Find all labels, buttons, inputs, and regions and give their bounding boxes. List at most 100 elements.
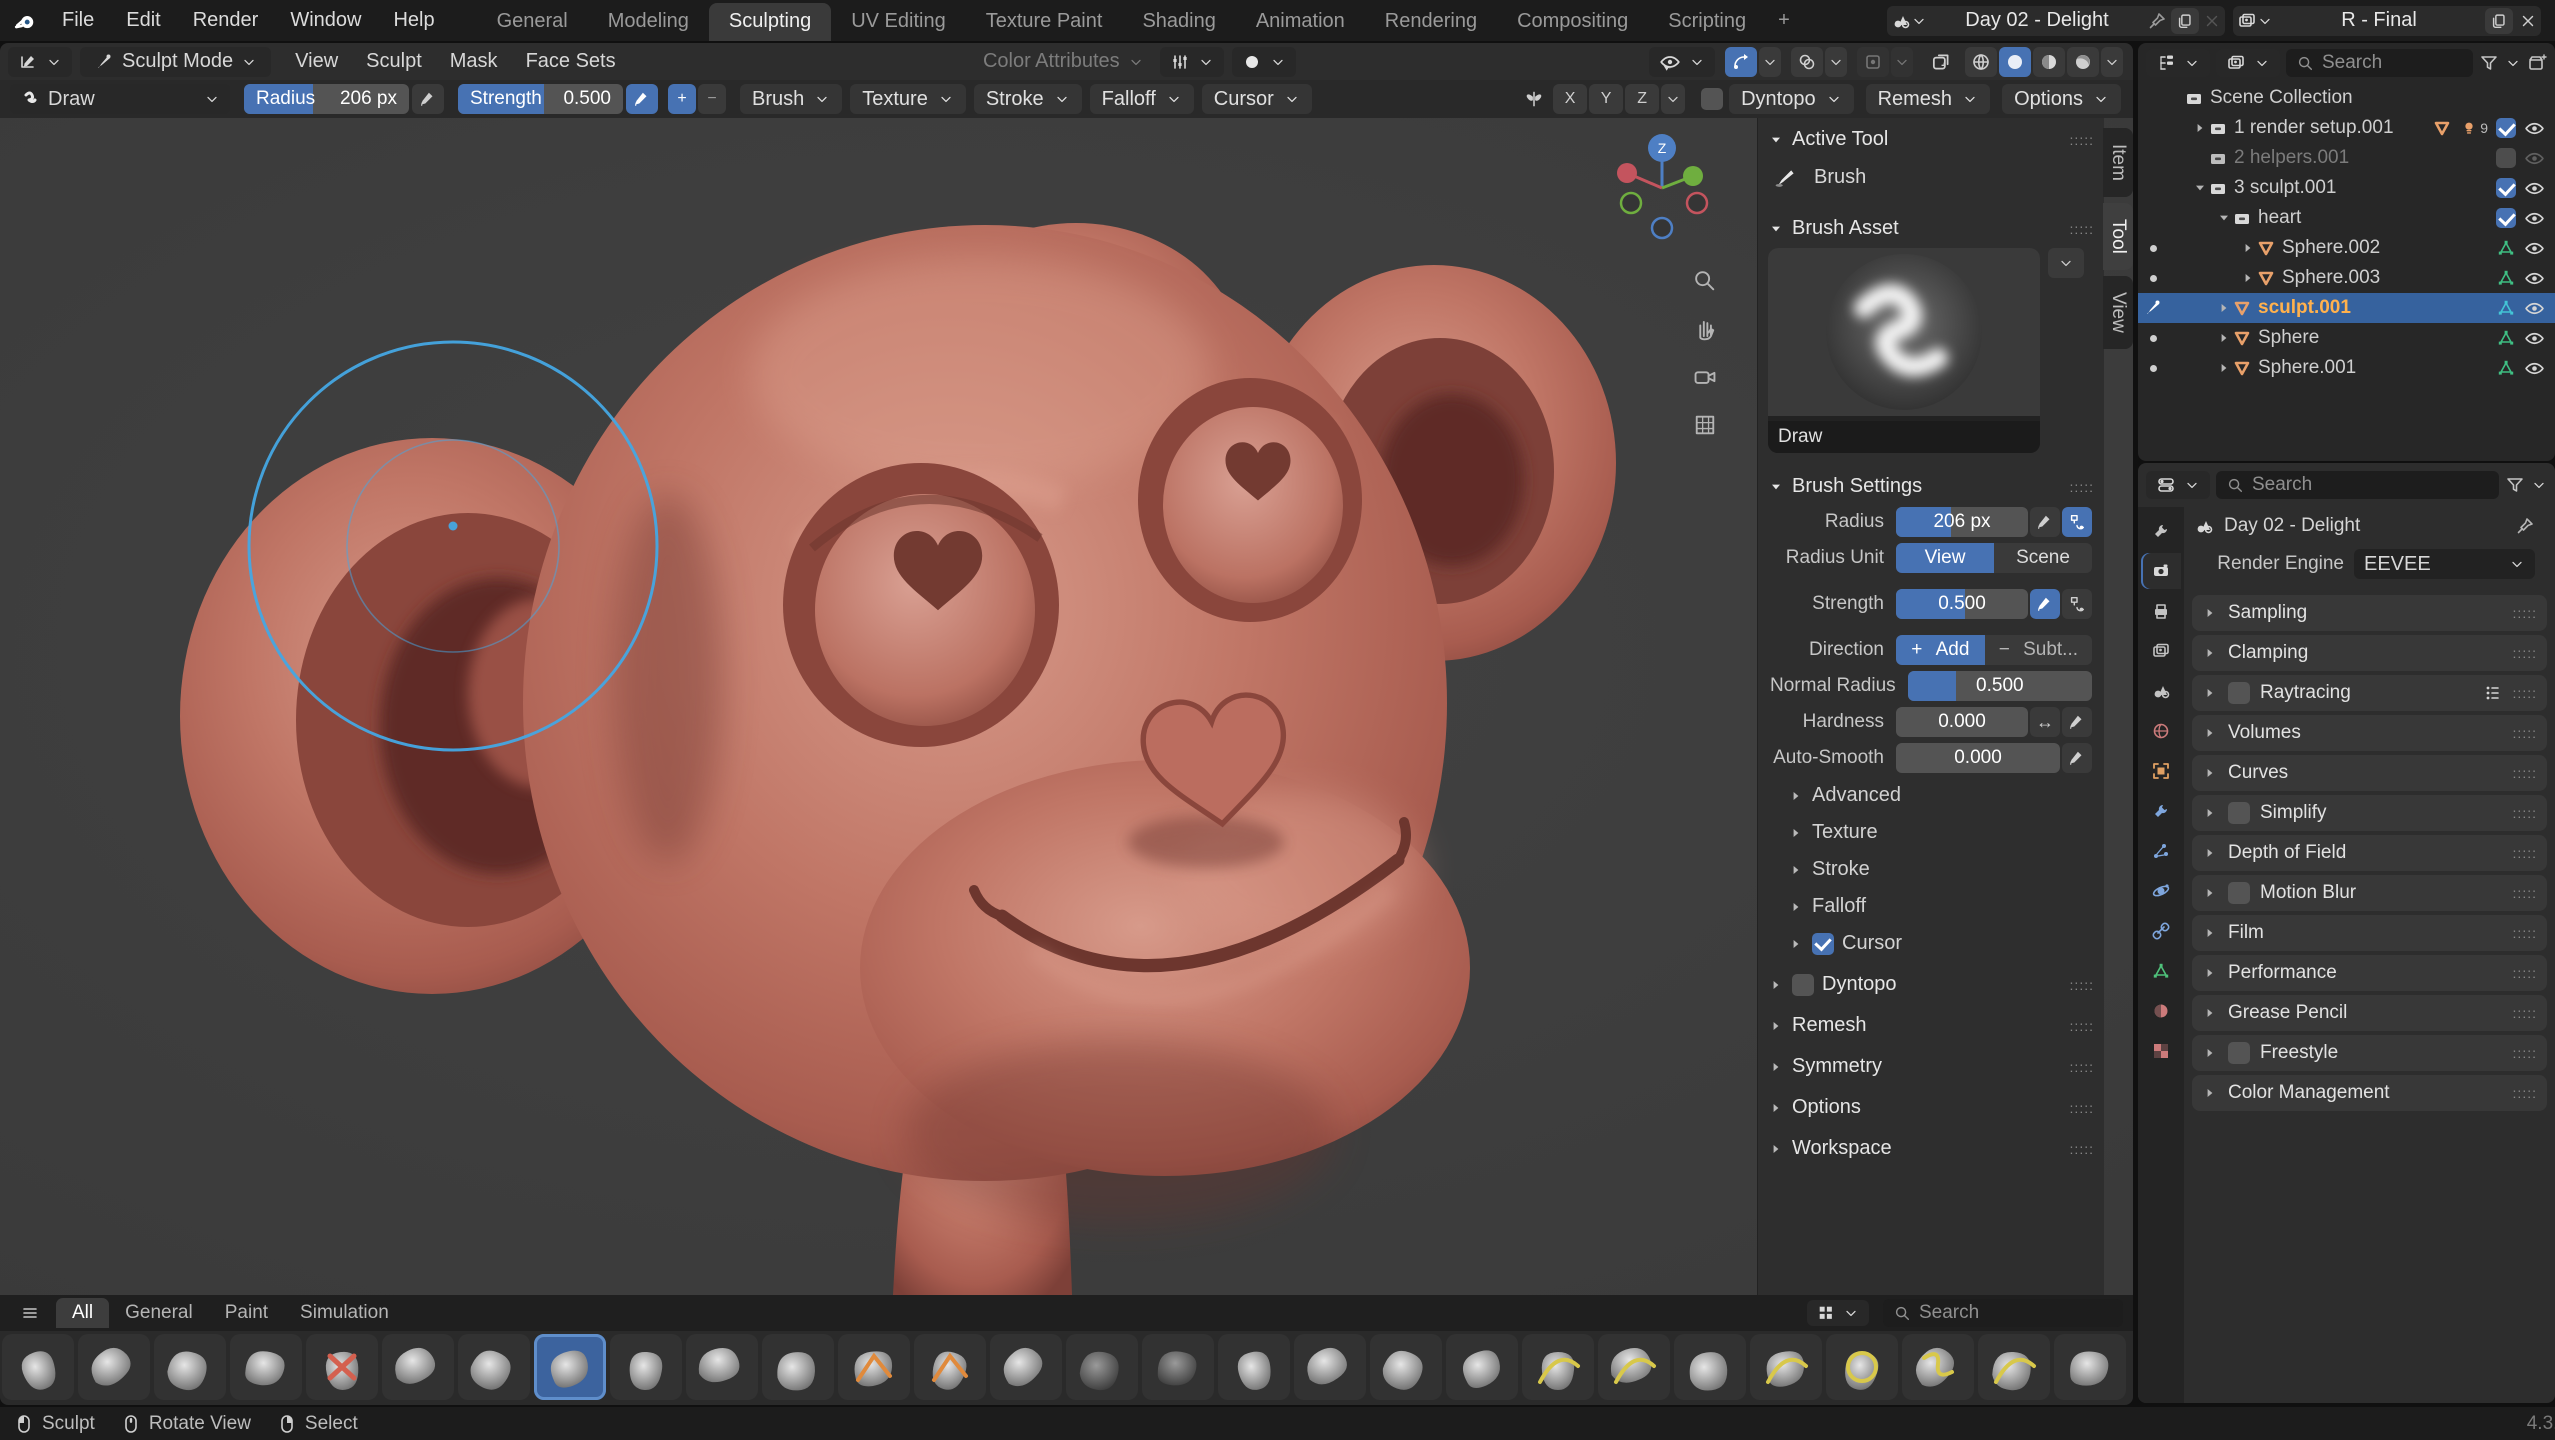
brush-thumbnail-17[interactable]	[1294, 1334, 1366, 1400]
shading-wireframe-button[interactable]	[1965, 47, 1997, 77]
drag-dots-icon[interactable]: :::::	[2070, 1022, 2094, 1030]
drag-dots-icon[interactable]: :::::	[2513, 929, 2537, 937]
drag-dots-icon[interactable]: :::::	[2513, 769, 2537, 777]
blender-logo-icon[interactable]	[14, 10, 36, 32]
radius-slider[interactable]: Radius 206 px	[244, 84, 409, 114]
eye-icon[interactable]	[2524, 328, 2545, 349]
options-dropdown[interactable]: Options	[2002, 84, 2121, 114]
eye-icon[interactable]	[2524, 178, 2545, 199]
drag-dots-icon[interactable]: :::::	[2070, 225, 2094, 233]
chevron-down-icon[interactable]	[2505, 55, 2521, 71]
properties-tab-particles[interactable]	[2141, 833, 2181, 869]
brush-thumbnail-13[interactable]	[990, 1334, 1062, 1400]
drag-dots-icon[interactable]: :::::	[2070, 1063, 2094, 1071]
direction-add-button[interactable]: + Add	[1896, 635, 1985, 665]
panel-motion-blur[interactable]: Motion Blur:::::	[2192, 875, 2547, 911]
panel-depth-of-field[interactable]: Depth of Field:::::	[2192, 835, 2547, 871]
radius-tablet-toggle[interactable]	[2062, 507, 2092, 537]
expand-icon[interactable]	[2216, 330, 2232, 346]
subpanel-cursor[interactable]: Cursor	[1758, 924, 2104, 961]
active-tool-panel-header[interactable]: Active Tool :::::	[1758, 118, 2104, 157]
workspace-tab-compositing[interactable]: Compositing	[1497, 3, 1648, 41]
menu-file[interactable]: File	[46, 0, 110, 41]
panel-symmetry[interactable]: Symmetry:::::	[1758, 1043, 2104, 1084]
symmetry-dropdown[interactable]	[1661, 84, 1685, 114]
hardness-pressure-toggle[interactable]	[2062, 707, 2092, 737]
camera-view-icon[interactable]	[1692, 364, 1718, 395]
mode-dropdown[interactable]: Sculpt Mode	[80, 47, 271, 77]
panel-color-management[interactable]: Color Management:::::	[2192, 1075, 2547, 1111]
brush-thumbnail-5[interactable]	[382, 1334, 454, 1400]
normal-radius-slider[interactable]: 0.500	[1908, 671, 2092, 701]
panel-sampling[interactable]: Sampling:::::	[2192, 595, 2547, 631]
radius-unit-scene-button[interactable]: Scene	[1994, 543, 2092, 573]
drag-dots-icon[interactable]: :::::	[2513, 849, 2537, 857]
workspace-tab-uv-editing[interactable]: UV Editing	[831, 3, 966, 41]
mirror-z-toggle[interactable]: Z	[1625, 84, 1659, 114]
menu-face-sets[interactable]: Face Sets	[512, 50, 630, 73]
drag-dots-icon[interactable]: :::::	[2513, 609, 2537, 617]
workspace-tab-sculpting[interactable]: Sculpting	[709, 3, 831, 41]
falloff-shape-dropdown[interactable]	[1232, 47, 1296, 77]
radius-unit-view-button[interactable]: View	[1896, 543, 1994, 573]
outliner-editor-type-dropdown[interactable]	[2146, 49, 2210, 77]
radius-pressure-toggle[interactable]	[412, 84, 444, 114]
add-workspace-button[interactable]: +	[1766, 2, 1802, 40]
drag-dots-icon[interactable]: :::::	[2513, 889, 2537, 897]
brush-asset-panel-header[interactable]: Brush Asset :::::	[1758, 207, 2104, 246]
workspace-tab-shading[interactable]: Shading	[1122, 3, 1235, 41]
brush-thumbnail-20[interactable]	[1522, 1334, 1594, 1400]
outliner-row-3-sculpt-001[interactable]: 3 sculpt.001	[2138, 173, 2555, 203]
shelf-tab-all[interactable]: All	[56, 1298, 109, 1328]
brush-thumbnail-21[interactable]	[1598, 1334, 1670, 1400]
eye-icon[interactable]	[2524, 118, 2545, 139]
pin-icon[interactable]	[2515, 516, 2535, 536]
shelf-tab-paint[interactable]: Paint	[209, 1298, 284, 1328]
panel-grease-pencil[interactable]: Grease Pencil:::::	[2192, 995, 2547, 1031]
brush-thumbnail-11[interactable]	[838, 1334, 910, 1400]
show-object-types-dropdown[interactable]	[1649, 47, 1715, 77]
texture-dropdown[interactable]: Texture	[850, 84, 966, 114]
menu-edit[interactable]: Edit	[110, 0, 176, 41]
subpanel-falloff[interactable]: Falloff	[1758, 887, 2104, 924]
drag-dots-icon[interactable]: :::::	[2513, 1089, 2537, 1097]
menu-sculpt[interactable]: Sculpt	[352, 50, 436, 73]
properties-tab-material[interactable]	[2141, 993, 2181, 1029]
expand-icon[interactable]	[2192, 120, 2208, 136]
shelf-menu-icon[interactable]	[20, 1303, 40, 1323]
panel-checkbox[interactable]	[2228, 682, 2250, 704]
brush-thumbnail-26[interactable]	[1978, 1334, 2050, 1400]
panel-curves[interactable]: Curves:::::	[2192, 755, 2547, 791]
brush-thumbnail-25[interactable]	[1902, 1334, 1974, 1400]
radius-slider[interactable]: 206 px	[1896, 507, 2028, 537]
strength-slider[interactable]: 0.500	[1896, 589, 2028, 619]
brush-thumbnail-24[interactable]	[1826, 1334, 1898, 1400]
close-icon[interactable]	[2203, 12, 2221, 30]
panel-performance[interactable]: Performance:::::	[2192, 955, 2547, 991]
brush-thumbnail-19[interactable]	[1446, 1334, 1518, 1400]
panel-remesh[interactable]: Remesh:::::	[1758, 1002, 2104, 1043]
properties-tab-object[interactable]	[2141, 753, 2181, 789]
drag-dots-icon[interactable]: :::::	[2513, 729, 2537, 737]
properties-tab-constraints[interactable]	[2141, 913, 2181, 949]
strength-pressure-toggle[interactable]	[626, 84, 658, 114]
sidebar-tab-tool[interactable]: Tool	[2103, 203, 2133, 270]
cursor-dropdown[interactable]: Cursor	[1202, 84, 1312, 114]
auto-smooth-slider[interactable]: 0.000	[1896, 743, 2060, 773]
pin-icon[interactable]	[2147, 11, 2167, 31]
scene-selector[interactable]: Day 02 - Delight	[1887, 6, 2225, 36]
remove-view-layer-icon[interactable]	[2519, 12, 2537, 30]
brush-thumbnail-2[interactable]	[154, 1334, 226, 1400]
brush-thumbnail-14[interactable]	[1066, 1334, 1138, 1400]
direction-add-button[interactable]: +	[668, 84, 696, 114]
strength-pressure-toggle[interactable]	[2030, 589, 2060, 619]
brush-thumbnail-3[interactable]	[230, 1334, 302, 1400]
falloff-dropdown[interactable]: Falloff	[1090, 84, 1194, 114]
menu-window[interactable]: Window	[274, 0, 377, 41]
shelf-tab-general[interactable]: General	[109, 1298, 209, 1328]
outliner-row-sphere[interactable]: Sphere	[2138, 323, 2555, 353]
outliner-row-scene-collection[interactable]: Scene Collection	[2138, 83, 2555, 113]
radius-pressure-toggle[interactable]	[2030, 507, 2060, 537]
sidebar-tab-view[interactable]: View	[2103, 276, 2133, 349]
sidebar-tab-item[interactable]: Item	[2103, 128, 2133, 197]
